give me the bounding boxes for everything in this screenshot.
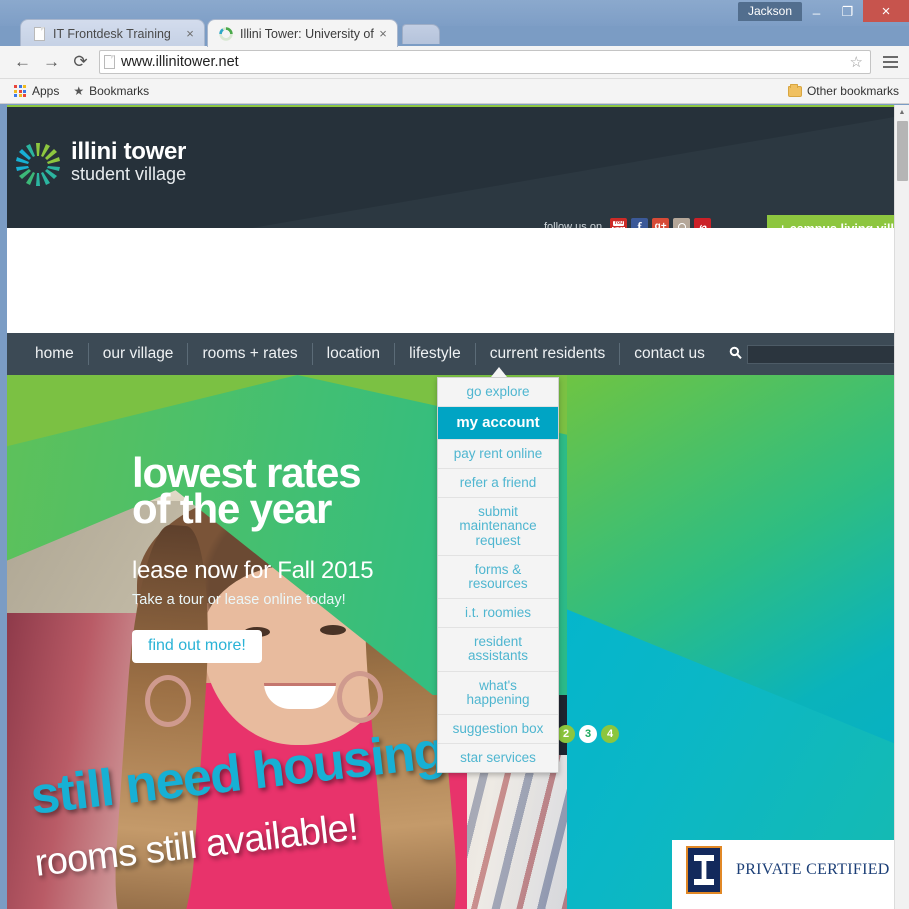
social-follow-group: follow us on YouTube f g+ ℘: [544, 218, 715, 228]
pinterest-icon[interactable]: ℘: [694, 218, 712, 228]
search-input[interactable]: ➤: [746, 344, 909, 364]
dropdown-item-star-services[interactable]: star services: [438, 744, 558, 772]
carousel-dot-4[interactable]: 4: [601, 725, 619, 743]
nav-item-current-residents[interactable]: current residents: [476, 343, 621, 365]
dropdown-item-forms-resources[interactable]: forms & resources: [438, 556, 558, 600]
scroll-up-arrow-icon[interactable]: ▲: [895, 105, 909, 120]
window-left-edge: [0, 105, 7, 909]
dropdown-item-submit-maintenance-request[interactable]: submit maintenance request: [438, 498, 558, 556]
nav-item-rooms-rates[interactable]: rooms + rates: [188, 343, 313, 365]
youtube-icon[interactable]: YouTube: [610, 218, 628, 228]
dropdown-item-whats-happening[interactable]: what's happening: [438, 672, 558, 715]
dropdown-item-pay-rent-online[interactable]: pay rent online: [438, 440, 558, 470]
bookmark-star-icon[interactable]: ☆: [850, 53, 863, 71]
current-residents-dropdown: go explore my account pay rent online re…: [437, 377, 559, 774]
reload-icon[interactable]: ⟳: [66, 48, 95, 77]
loading-spinner-icon: [218, 26, 234, 42]
forward-icon[interactable]: →: [37, 48, 66, 77]
close-tab-icon[interactable]: ×: [375, 26, 391, 41]
dropdown-item-it-roomies[interactable]: i.t. roomies: [438, 599, 558, 629]
document-icon: [31, 26, 47, 42]
bookmarks-folder[interactable]: ★ Bookmarks: [73, 84, 149, 98]
apps-shortcut[interactable]: Apps: [32, 84, 59, 98]
site-nav-bar: home our village rooms + rates location …: [7, 333, 909, 375]
new-tab-button[interactable]: [402, 24, 440, 44]
sidebar-certified-housing: PRIVATE CERTIFIED HOUSING As a smart UI …: [672, 840, 909, 909]
url-text: www.illinitower.net: [121, 54, 239, 70]
dropdown-pointer-icon: [491, 367, 507, 377]
folder-icon: [787, 83, 802, 97]
page-scrollbar[interactable]: ▲: [894, 105, 909, 909]
other-bookmarks-label: Other bookmarks: [806, 84, 899, 98]
find-out-more-button[interactable]: find out more!: [132, 630, 262, 664]
illini-tower-logo-icon[interactable]: [14, 141, 62, 189]
tab-title: IT Frontdesk Training: [53, 26, 171, 41]
apps-grid-icon[interactable]: [14, 85, 26, 97]
campus-living-village-button[interactable]: + campus living village: [767, 215, 894, 228]
hero-slide-content: lowest rates of the year lease now for F…: [132, 451, 462, 664]
hero-subheadline: lease now for Fall 2015: [132, 557, 374, 585]
hero-photo-caption: still need housing? rooms still availabl…: [28, 718, 477, 885]
scrollbar-thumb[interactable]: [897, 121, 908, 181]
other-bookmarks-folder[interactable]: Other bookmarks: [787, 83, 899, 98]
browser-tab-inactive[interactable]: IT Frontdesk Training ×: [20, 19, 205, 47]
tab-title: Illini Tower: University of I: [240, 26, 375, 41]
hero-headline-line-2: of the year: [132, 485, 332, 533]
nav-item-lifestyle[interactable]: lifestyle: [395, 343, 476, 365]
browser-tab-active[interactable]: Illini Tower: University of I ×: [207, 19, 398, 47]
dropdown-item-go-explore[interactable]: go explore: [438, 378, 558, 408]
carousel-dot-3-active[interactable]: 3: [579, 725, 597, 743]
dropdown-item-my-account[interactable]: my account: [438, 407, 558, 440]
site-search: ➤: [725, 344, 909, 364]
dropdown-item-suggestion-box[interactable]: suggestion box: [438, 715, 558, 745]
photo-smile: [264, 683, 336, 709]
facebook-icon[interactable]: f: [631, 218, 649, 228]
tab-strip: IT Frontdesk Training × Illini Tower: Un…: [0, 18, 909, 47]
star-icon: ★: [73, 84, 85, 98]
follow-us-label: follow us on: [544, 220, 603, 229]
certified-housing-label: PRIVATE CERTIFIED HOUSING: [736, 861, 909, 878]
logo-line-2: student village: [71, 164, 187, 185]
nav-item-our-village[interactable]: our village: [89, 343, 189, 365]
dropdown-item-resident-assistants[interactable]: resident assistants: [438, 628, 558, 672]
bookmarks-label: Bookmarks: [89, 84, 150, 98]
chrome-menu-icon[interactable]: [877, 56, 903, 68]
bookmarks-bar: Apps ★ Bookmarks Other bookmarks: [0, 79, 909, 104]
instagram-icon[interactable]: [673, 218, 691, 228]
header-diagonal-decoration: [252, 107, 894, 228]
logo-line-1: illini tower: [71, 138, 187, 165]
address-bar[interactable]: www.illinitower.net ☆: [99, 50, 871, 74]
browser-toolbar: ← → ⟳ www.illinitower.net ☆: [0, 46, 909, 79]
certified-housing-badge-row: PRIVATE CERTIFIED HOUSING: [672, 840, 909, 894]
hero-subtext: Take a tour or lease online today!: [132, 592, 346, 609]
header-accent-line: [7, 105, 894, 107]
nav-item-home[interactable]: home: [27, 343, 89, 365]
page-viewport: illini tower student village follow us o…: [0, 105, 909, 909]
nav-item-location[interactable]: location: [313, 343, 396, 365]
back-icon[interactable]: ←: [8, 48, 37, 77]
search-icon[interactable]: [725, 346, 747, 362]
site-header: illini tower student village follow us o…: [7, 105, 894, 228]
photo-earring-right: [337, 671, 383, 723]
browser-window: Jackson _ ❐ × IT Frontdesk Training × Il…: [0, 0, 909, 909]
photo-earring-left: [145, 675, 191, 727]
illinois-block-i-icon: [686, 846, 722, 894]
carousel-dot-2[interactable]: 2: [557, 725, 575, 743]
dropdown-item-refer-a-friend[interactable]: refer a friend: [438, 469, 558, 499]
close-tab-icon[interactable]: ×: [182, 26, 198, 41]
page-info-icon: [104, 55, 115, 69]
google-plus-icon[interactable]: g+: [652, 218, 670, 228]
nav-item-contact-us[interactable]: contact us: [620, 343, 719, 365]
apps-label: Apps: [32, 84, 60, 98]
logo-wordmark[interactable]: illini tower student village: [71, 139, 186, 185]
